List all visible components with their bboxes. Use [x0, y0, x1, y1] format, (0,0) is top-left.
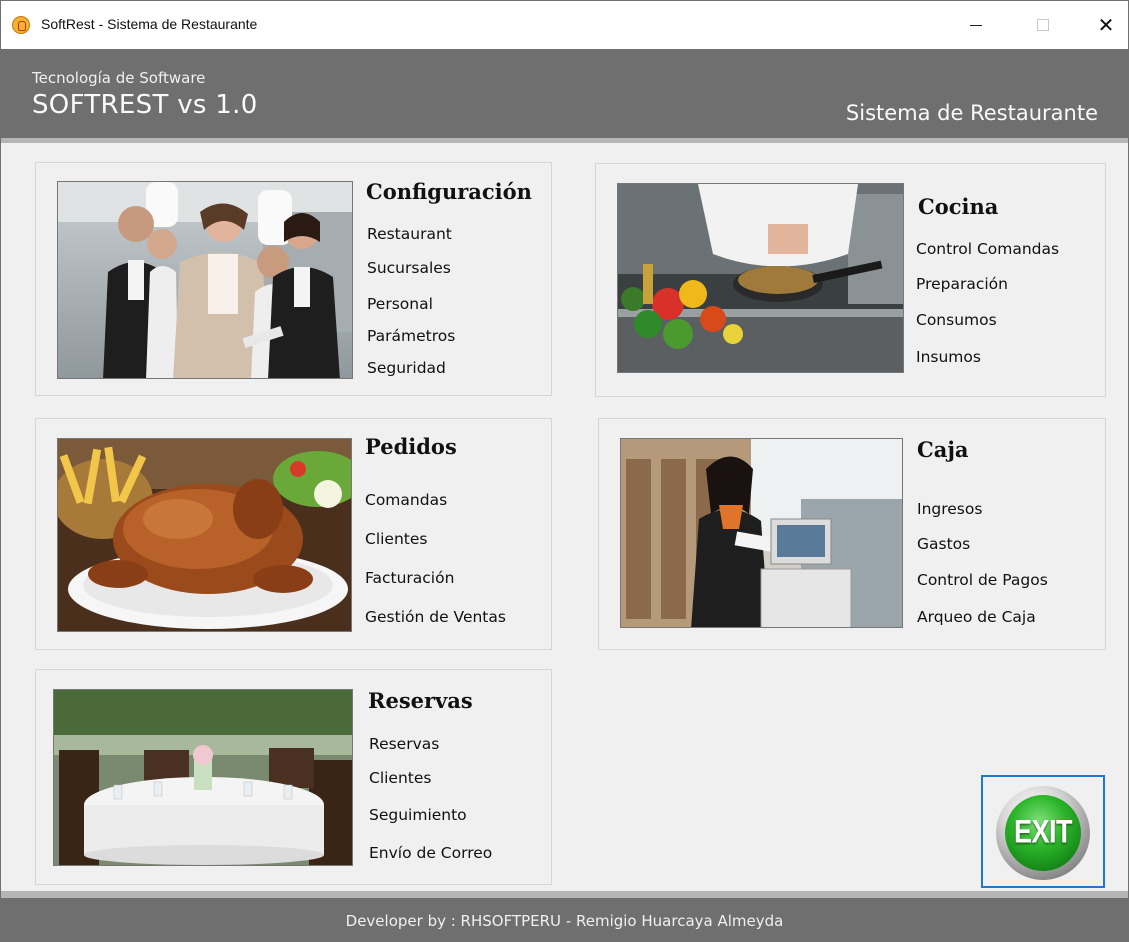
close-button[interactable]: ✕	[1083, 1, 1129, 49]
restaurant-staff-image	[57, 181, 353, 379]
menu-item-arqueo-caja[interactable]: Arqueo de Caja	[917, 608, 1036, 626]
card-cocina: Cocina Control Comandas Preparación Cons…	[595, 163, 1106, 397]
app-header: Tecnología de Software SOFTREST vs 1.0 S…	[1, 49, 1128, 138]
menu-item-envio-correo[interactable]: Envío de Correo	[369, 844, 492, 862]
exit-label: EXIT	[1013, 813, 1073, 850]
menu-item-control-comandas[interactable]: Control Comandas	[916, 240, 1059, 258]
exit-icon: EXIT	[996, 786, 1090, 880]
menu-item-comandas[interactable]: Comandas	[365, 491, 447, 509]
footer-divider	[1, 891, 1128, 898]
menu-item-gestion-ventas[interactable]: Gestión de Ventas	[365, 608, 506, 626]
card-pedidos: Pedidos Comandas Clientes Facturación Ge…	[35, 418, 552, 650]
chef-cooking-image	[617, 183, 904, 373]
menu-item-control-pagos[interactable]: Control de Pagos	[917, 571, 1048, 589]
menu-item-restaurant[interactable]: Restaurant	[367, 225, 452, 243]
menu-item-seguimiento[interactable]: Seguimiento	[369, 806, 467, 824]
window-title: SoftRest - Sistema de Restaurante	[41, 16, 258, 32]
menu-item-facturacion[interactable]: Facturación	[365, 569, 454, 587]
header-subtitle: Tecnología de Software	[32, 69, 206, 87]
exit-button[interactable]: EXIT	[981, 775, 1105, 888]
card-title-caja: Caja	[917, 437, 969, 462]
cashier-image	[620, 438, 903, 628]
header-title: SOFTREST vs 1.0	[32, 90, 258, 120]
menu-item-clientes-reservas[interactable]: Clientes	[369, 769, 431, 787]
menu-item-seguridad[interactable]: Seguridad	[367, 359, 446, 377]
minimize-button[interactable]	[953, 1, 999, 49]
card-title-configuracion: Configuración	[366, 179, 532, 204]
app-footer: Developer by : RHSOFTPERU - Remigio Huar…	[1, 898, 1128, 942]
card-caja: Caja Ingresos Gastos Control de Pagos Ar…	[598, 418, 1106, 650]
menu-item-reservas[interactable]: Reservas	[369, 735, 439, 753]
menu-item-gastos[interactable]: Gastos	[917, 535, 970, 553]
menu-item-preparacion[interactable]: Preparación	[916, 275, 1008, 293]
maximize-button[interactable]	[1020, 1, 1066, 49]
dining-table-image	[53, 689, 353, 866]
footer-credits: Developer by : RHSOFTPERU - Remigio Huar…	[345, 912, 784, 930]
menu-item-personal[interactable]: Personal	[367, 295, 433, 313]
card-configuracion: Configuración Restaurant Sucursales Pers…	[35, 162, 552, 396]
app-window: SoftRest - Sistema de Restaurante ✕ Tecn…	[0, 0, 1129, 942]
card-title-reservas: Reservas	[368, 688, 473, 713]
header-divider	[1, 138, 1128, 143]
menu-item-insumos[interactable]: Insumos	[916, 348, 981, 366]
card-title-cocina: Cocina	[918, 194, 999, 219]
card-reservas: Reservas Reservas Clientes Seguimiento E…	[35, 669, 552, 885]
menu-item-parametros[interactable]: Parámetros	[367, 327, 455, 345]
header-system-name: Sistema de Restaurante	[845, 101, 1098, 125]
card-title-pedidos: Pedidos	[365, 434, 457, 459]
roast-chicken-image	[57, 438, 352, 632]
title-bar: SoftRest - Sistema de Restaurante ✕	[1, 1, 1128, 49]
menu-item-consumos[interactable]: Consumos	[916, 311, 997, 329]
menu-item-ingresos[interactable]: Ingresos	[917, 500, 982, 518]
menu-item-sucursales[interactable]: Sucursales	[367, 259, 451, 277]
menu-item-clientes-pedidos[interactable]: Clientes	[365, 530, 427, 548]
app-icon	[12, 16, 30, 34]
